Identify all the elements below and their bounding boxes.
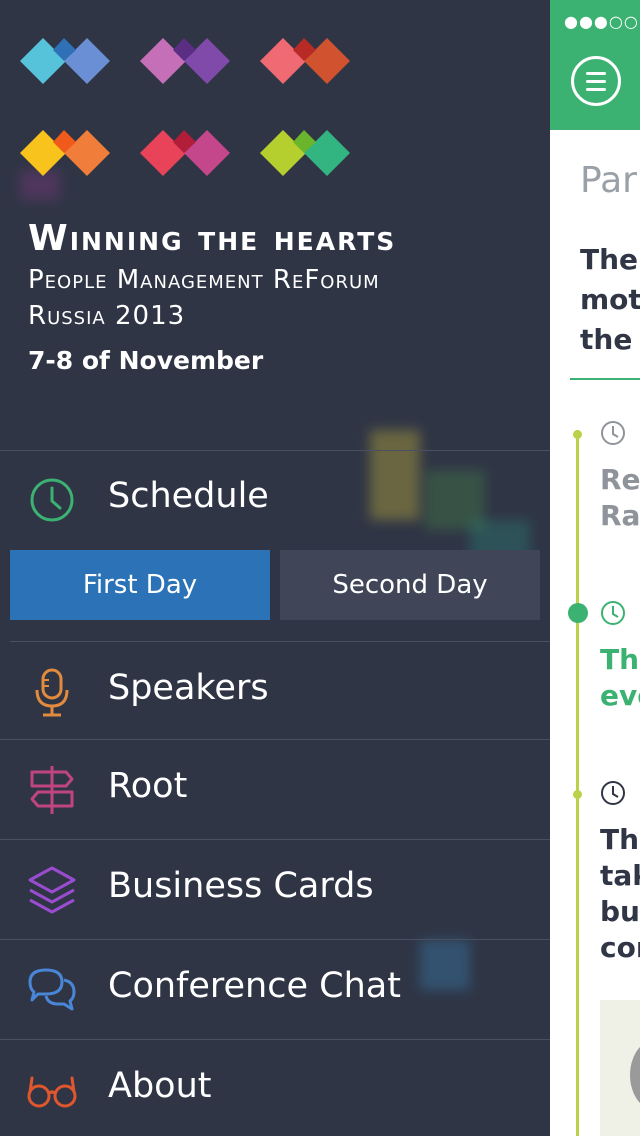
menu-item-business-cards[interactable]: Business Cards [0, 840, 550, 939]
forum-logo [20, 38, 360, 188]
heart-logo-blue [20, 38, 110, 84]
layers-icon [28, 866, 76, 914]
timeline-dot [573, 790, 582, 799]
menu-item-schedule[interactable]: Schedule [0, 450, 550, 549]
clock-icon [601, 601, 625, 625]
heart-logo-pink [140, 130, 230, 176]
avatar [630, 1040, 640, 1110]
tab-second-day[interactable]: Second Day [280, 550, 540, 620]
menu-item-label: Speakers [108, 668, 269, 708]
menu-item-root[interactable]: Root [0, 740, 550, 839]
signpost-icon [30, 766, 74, 814]
heart-logo-purple [140, 38, 230, 84]
tab-first-day[interactable]: First Day [10, 550, 270, 620]
menu-item-label: Conference Chat [108, 966, 401, 1006]
menu-item-label: Schedule [108, 476, 269, 516]
heart-logo-red [260, 38, 350, 84]
menu-item-label: Business Cards [108, 866, 374, 906]
menu-item-speakers[interactable]: Speakers [0, 642, 550, 741]
forum-dates: 7-8 of November [28, 346, 264, 375]
heart-logo-orange [20, 130, 110, 176]
schedule-content-panel: ●●●○○ Par The mot the Re Ra The eve The … [550, 0, 640, 1136]
timeline-dot [573, 430, 582, 439]
heading-underline [570, 378, 640, 380]
forum-title: Winning the hearts [28, 218, 397, 259]
timeline-current-dot [568, 603, 588, 623]
forum-subtitle-line1: People Management ReForum [28, 265, 380, 295]
clock-icon [601, 421, 625, 445]
hamburger-icon-line [586, 72, 606, 75]
hamburger-icon-line [586, 80, 606, 83]
hamburger-icon-line [586, 88, 606, 91]
glasses-icon [27, 1076, 77, 1108]
signal-indicator: ●●●○○ [564, 12, 639, 31]
clock-icon [30, 478, 74, 522]
top-bar: ●●●○○ [550, 0, 640, 130]
microphone-icon [35, 668, 69, 717]
clock-icon [601, 781, 625, 805]
menu-toggle-button[interactable] [571, 56, 621, 106]
speaker-photo-card[interactable] [600, 1000, 640, 1136]
menu-item-label: About [108, 1066, 212, 1106]
schedule-entry-text[interactable]: Re Ra [600, 462, 640, 534]
forum-subtitle-line2: Russia 2013 [28, 301, 186, 331]
section-heading: The mot the [580, 243, 640, 356]
timeline-line [576, 430, 579, 1136]
schedule-entry-text[interactable]: The eve [600, 642, 640, 714]
menu-item-label: Root [108, 766, 188, 806]
menu-item-conference-chat[interactable]: Conference Chat [0, 940, 550, 1039]
navigation-drawer: Winning the hearts People Management ReF… [0, 0, 550, 1136]
page-title: Par [580, 160, 637, 201]
chat-bubbles-icon [28, 968, 76, 1011]
menu-item-about[interactable]: About [0, 1040, 550, 1136]
heart-logo-green [260, 130, 350, 176]
schedule-entry-text[interactable]: The tak bu cor [600, 822, 640, 966]
forum-subtitle: People Management ReForum Russia 2013 [28, 262, 380, 334]
